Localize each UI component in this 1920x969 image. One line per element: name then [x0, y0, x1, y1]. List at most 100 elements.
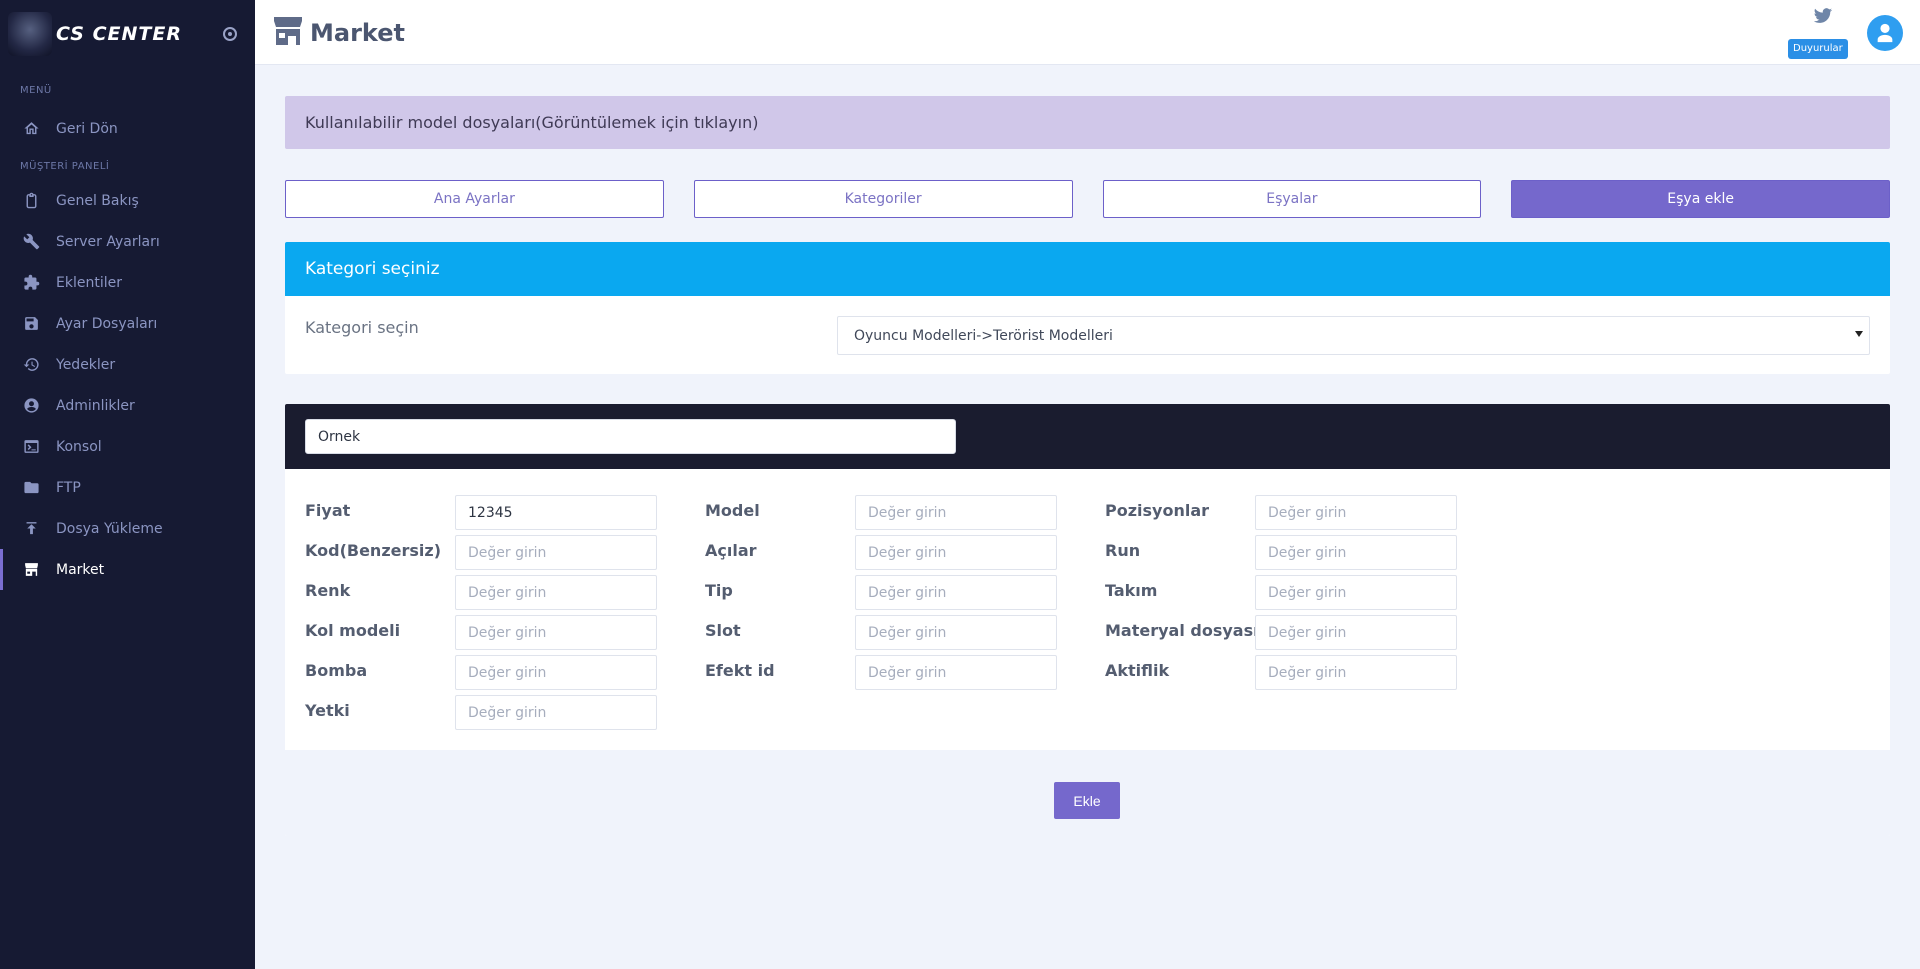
sidebar-item-konsol[interactable]: Konsol — [0, 426, 255, 467]
sidebar-item-label: Konsol — [56, 438, 102, 455]
sidebar-item-label: Eklentiler — [56, 274, 122, 291]
twitter-icon[interactable] — [1813, 6, 1833, 26]
history-icon — [22, 356, 40, 374]
field-label-model: Model — [705, 501, 760, 520]
sidebar-item-label: Adminlikler — [56, 397, 135, 414]
add-item-button[interactable]: Ekle — [1054, 782, 1120, 819]
sidebar-item-label: Yedekler — [56, 356, 116, 373]
sidebar-item-server-ayarlari[interactable]: Server Ayarları — [0, 221, 255, 262]
store-icon — [272, 16, 304, 50]
field-label-kol-modeli: Kol modeli — [305, 621, 401, 640]
bomba-input[interactable] — [455, 655, 657, 690]
item-card: Fiyat Kod(Benzersiz) Renk Kol modeli Bom… — [285, 404, 1890, 836]
sidebar-item-eklentiler[interactable]: Eklentiler — [0, 262, 255, 303]
field-label-run: Run — [1105, 541, 1141, 560]
pozisyonlar-input[interactable] — [1255, 495, 1457, 530]
nav-section-panel: MÜŞTERİ PANELİ — [20, 161, 110, 172]
takim-input[interactable] — [1255, 575, 1457, 610]
field-label-tip: Tip — [705, 581, 733, 600]
efekt-id-input[interactable] — [855, 655, 1057, 690]
caret-down-icon — [1855, 331, 1863, 337]
model-input[interactable] — [855, 495, 1057, 530]
item-fields: Fiyat Kod(Benzersiz) Renk Kol modeli Bom… — [285, 469, 1890, 750]
field-label-efekt-id: Efekt id — [705, 661, 775, 680]
field-label-slot: Slot — [705, 621, 741, 640]
acilar-input[interactable] — [855, 535, 1057, 570]
sidebar-item-label: Dosya Yükleme — [56, 520, 163, 537]
category-label: Kategori seçin — [305, 318, 419, 337]
page-title-group: Market — [272, 16, 405, 50]
clipboard-icon — [22, 192, 40, 210]
top-header: Market Duyurular — [255, 0, 1920, 65]
announcements-badge[interactable]: Duyurular — [1788, 39, 1848, 59]
sidebar-item-back[interactable]: Geri Dön — [0, 108, 255, 149]
tab-esya-ekle[interactable]: Eşya ekle — [1511, 180, 1890, 218]
category-select[interactable]: Oyuncu Modelleri->Terörist Modelleri — [837, 316, 1870, 355]
sidebar-item-yedekler[interactable]: Yedekler — [0, 344, 255, 385]
sidebar-item-label: Market — [56, 561, 105, 578]
save-icon — [22, 315, 40, 333]
sidebar: CS CENTER MENÜ Geri Dön MÜŞTERİ PANELİ G… — [0, 0, 255, 969]
brand-logo — [8, 11, 52, 56]
run-input[interactable] — [1255, 535, 1457, 570]
main-content: Kullanılabilir model dosyaları(Görüntüle… — [285, 96, 1890, 836]
category-card-body: Kategori seçin Oyuncu Modelleri->Teröris… — [285, 296, 1890, 374]
category-card: Kategori seçiniz Kategori seçin Oyuncu M… — [285, 242, 1890, 374]
aktiflik-input[interactable] — [1255, 655, 1457, 690]
sidebar-item-label: Server Ayarları — [56, 233, 160, 250]
sidebar-item-ftp[interactable]: FTP — [0, 467, 255, 508]
sidebar-item-label: FTP — [56, 479, 81, 496]
brand-name: CS CENTER — [56, 22, 182, 45]
field-label-takim: Takım — [1105, 581, 1158, 600]
model-files-bar[interactable]: Kullanılabilir model dosyaları(Görüntüle… — [285, 96, 1890, 149]
sidebar-item-genel-bakis[interactable]: Genel Bakış — [0, 180, 255, 221]
sidebar-item-dosya-yukleme[interactable]: Dosya Yükleme — [0, 508, 255, 549]
sidebar-item-label: Ayar Dosyaları — [56, 315, 158, 332]
field-label-bomba: Bomba — [305, 661, 368, 680]
category-card-header: Kategori seçiniz — [285, 242, 1890, 296]
nav-section-menu: MENÜ — [20, 85, 52, 96]
wrench-icon — [22, 233, 40, 251]
item-card-header — [285, 404, 1890, 469]
market-tabs: Ana Ayarlar Kategoriler Eşyalar Eşya ekl… — [285, 180, 1890, 218]
slot-input[interactable] — [855, 615, 1057, 650]
fiyat-input[interactable] — [455, 495, 657, 530]
materyal-input[interactable] — [1255, 615, 1457, 650]
kod-input[interactable] — [455, 535, 657, 570]
sidebar-item-market[interactable]: Market — [0, 549, 255, 590]
tip-input[interactable] — [855, 575, 1057, 610]
tab-ana-ayarlar[interactable]: Ana Ayarlar — [285, 180, 664, 218]
field-label-yetki: Yetki — [305, 701, 350, 720]
item-card-footer: Ekle — [285, 750, 1890, 836]
folder-icon — [22, 479, 40, 497]
field-label-materyal: Materyal dosyası — [1105, 621, 1259, 640]
field-label-acilar: Açılar — [705, 541, 757, 560]
brand[interactable]: CS CENTER — [0, 0, 255, 67]
field-label-fiyat: Fiyat — [305, 501, 351, 520]
sidebar-item-adminlikler[interactable]: Adminlikler — [0, 385, 255, 426]
sidebar-item-label: Genel Bakış — [56, 192, 139, 209]
home-icon — [22, 120, 40, 138]
sidebar-item-label: Geri Dön — [56, 120, 118, 137]
category-select-value: Oyuncu Modelleri->Terörist Modelleri — [854, 327, 1113, 344]
upload-icon — [22, 520, 40, 538]
terminal-icon — [22, 438, 40, 456]
page-title: Market — [310, 19, 405, 47]
kol-modeli-input[interactable] — [455, 615, 657, 650]
tab-esyalar[interactable]: Eşyalar — [1102, 180, 1482, 218]
field-label-renk: Renk — [305, 581, 351, 600]
user-circle-icon — [22, 397, 40, 415]
field-label-aktiflik: Aktiflik — [1105, 661, 1170, 680]
sidebar-item-ayar-dosyalari[interactable]: Ayar Dosyaları — [0, 303, 255, 344]
yetki-input[interactable] — [455, 695, 657, 730]
field-label-pozisyonlar: Pozisyonlar — [1105, 501, 1210, 520]
user-avatar[interactable] — [1867, 15, 1903, 51]
field-label-kod: Kod(Benzersiz) — [305, 541, 441, 560]
user-icon — [1877, 23, 1893, 43]
tab-kategoriler[interactable]: Kategoriler — [693, 180, 1073, 218]
store-icon — [22, 561, 40, 579]
renk-input[interactable] — [455, 575, 657, 610]
puzzle-icon — [22, 274, 40, 292]
item-name-input[interactable] — [305, 419, 956, 454]
sidebar-toggle-icon[interactable] — [223, 27, 237, 41]
